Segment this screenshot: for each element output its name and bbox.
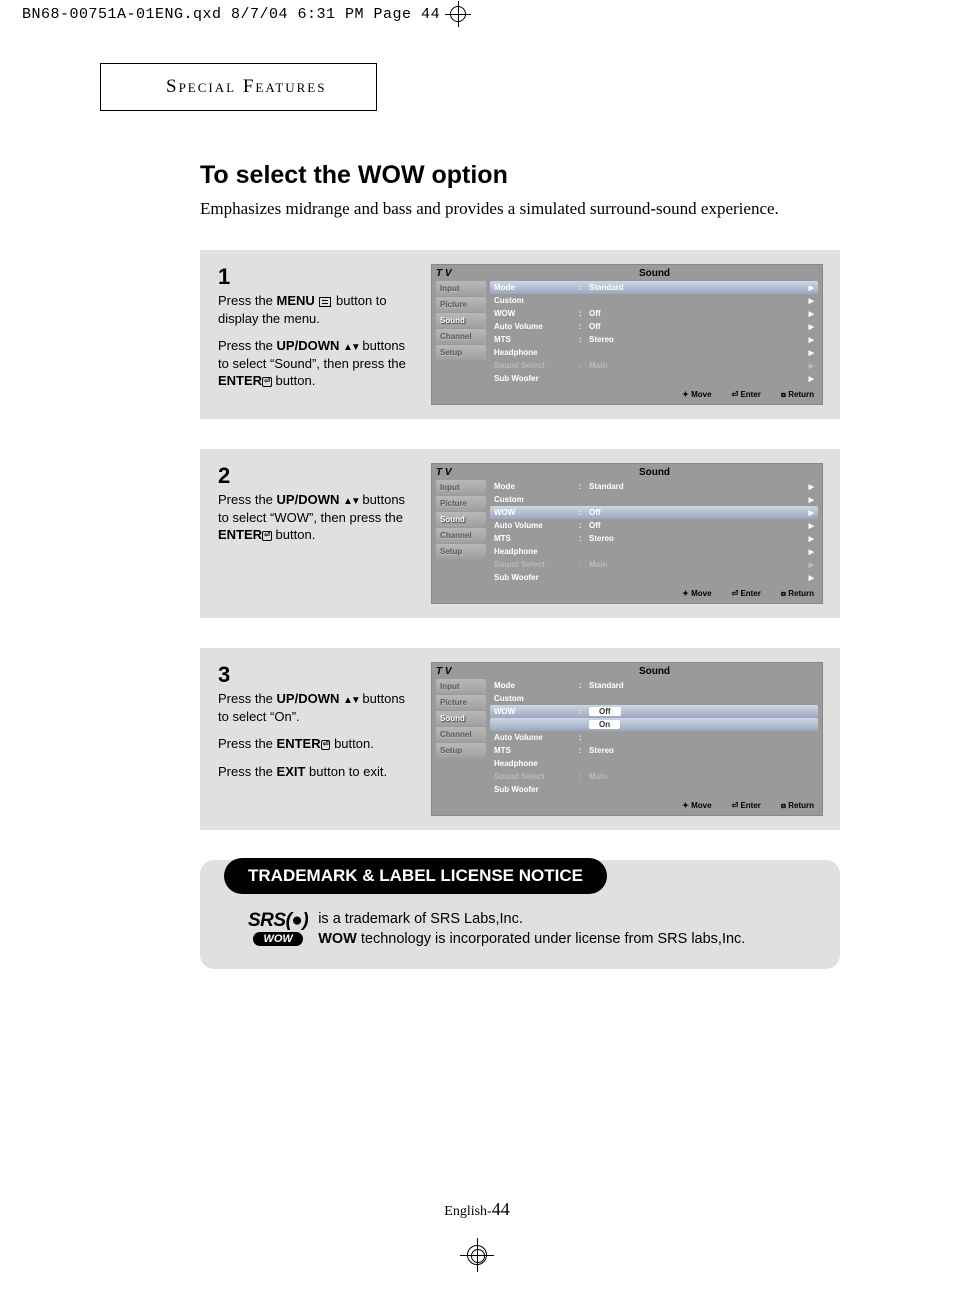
osd-footer-hint: ⧈ Return xyxy=(781,589,814,599)
osd-row: Custom▶ xyxy=(490,493,818,506)
osd-row: Headphone▶ xyxy=(490,346,818,359)
osd-row: Custom xyxy=(490,692,818,705)
notice-text: is a trademark of SRS Labs,Inc. WOW tech… xyxy=(318,910,745,949)
osd-row: Sub Woofer xyxy=(490,783,818,796)
osd-tv-label: T V xyxy=(436,467,491,478)
osd-side-item: Picture xyxy=(436,695,486,710)
osd-row: Auto Volume:Off▶ xyxy=(490,519,818,532)
osd-side-item: Setup xyxy=(436,544,486,559)
osd-menu-title: Sound xyxy=(491,268,818,279)
up-down-icon: ▲▼ xyxy=(343,342,359,353)
osd-row: On xyxy=(490,718,818,731)
osd-row: MTS:Stereo▶ xyxy=(490,532,818,545)
osd-side-item: Input xyxy=(436,679,486,694)
enter-icon: ⏎ xyxy=(262,377,272,387)
osd-sidebar: InputPictureSoundChannelSetup xyxy=(436,679,486,796)
osd-row: Sound Select:Main▶ xyxy=(490,558,818,571)
step-number: 2 xyxy=(218,463,413,489)
osd-screenshot: T VSoundInputPictureSoundChannelSetupMod… xyxy=(431,463,823,604)
osd-side-item: Picture xyxy=(436,496,486,511)
osd-side-item: Setup xyxy=(436,743,486,758)
osd-side-item: Sound xyxy=(436,512,486,527)
osd-row: Headphone▶ xyxy=(490,545,818,558)
osd-footer-hint: ✦ Move xyxy=(682,390,711,400)
osd-footer-hint: ⏎ Enter xyxy=(732,801,761,811)
osd-row: Mode:Standard xyxy=(490,679,818,692)
osd-row: MTS:Stereo xyxy=(490,744,818,757)
osd-screenshot: T VSoundInputPictureSoundChannelSetupMod… xyxy=(431,662,823,816)
up-down-icon: ▲▼ xyxy=(343,695,359,706)
step-instruction: Press the EXIT button to exit. xyxy=(218,763,413,781)
enter-icon: ⏎ xyxy=(321,740,331,750)
osd-row: Sub Woofer▶ xyxy=(490,571,818,584)
osd-side-item: Channel xyxy=(436,727,486,742)
section-heading: Special Features xyxy=(166,76,326,97)
osd-row: Mode:Standard▶ xyxy=(490,480,818,493)
step-number: 3 xyxy=(218,662,413,688)
notice-heading: TRADEMARK & LABEL LICENSE NOTICE xyxy=(224,858,607,894)
osd-footer-hint: ⧈ Return xyxy=(781,801,814,811)
print-slug: BN68-00751A-01ENG.qxd 8/7/04 6:31 PM Pag… xyxy=(0,0,954,23)
osd-footer-hint: ✦ Move xyxy=(682,801,711,811)
osd-side-item: Channel xyxy=(436,528,486,543)
osd-footer-hint: ⧈ Return xyxy=(781,390,814,400)
osd-row: Headphone xyxy=(490,757,818,770)
osd-row: WOW:Off▶ xyxy=(490,307,818,320)
osd-side-item: Picture xyxy=(436,297,486,312)
osd-footer-hint: ⏎ Enter xyxy=(732,589,761,599)
osd-row: WOW:Off▶ xyxy=(490,506,818,519)
osd-side-item: Sound xyxy=(436,711,486,726)
page-title: To select the WOW option xyxy=(200,161,840,190)
crop-mark-bottom-icon xyxy=(467,1245,487,1270)
intro-paragraph: Emphasizes midrange and bass and provide… xyxy=(200,198,840,220)
trademark-notice: TRADEMARK & LABEL LICENSE NOTICE SRS(●) … xyxy=(200,860,840,969)
osd-sidebar: InputPictureSoundChannelSetup xyxy=(436,281,486,385)
osd-row: Sub Woofer▶ xyxy=(490,372,818,385)
osd-footer-hint: ✦ Move xyxy=(682,589,711,599)
osd-row: Sound Select:Main xyxy=(490,770,818,783)
enter-icon: ⏎ xyxy=(262,531,272,541)
osd-row: Mode:Standard▶ xyxy=(490,281,818,294)
osd-row: Auto Volume:Off▶ xyxy=(490,320,818,333)
osd-row: Auto Volume: xyxy=(490,731,818,744)
osd-sidebar: InputPictureSoundChannelSetup xyxy=(436,480,486,584)
osd-menu-title: Sound xyxy=(491,467,818,478)
osd-row: WOW:Off xyxy=(490,705,818,718)
osd-row: Custom▶ xyxy=(490,294,818,307)
step-instruction: Press the ENTER⏎ button. xyxy=(218,735,413,753)
osd-side-item: Channel xyxy=(436,329,486,344)
step-instruction: Press the UP/DOWN ▲▼ buttons to select “… xyxy=(218,690,413,725)
step-instruction: Press the MENU button to display the men… xyxy=(218,292,413,327)
osd-screenshot: T VSoundInputPictureSoundChannelSetupMod… xyxy=(431,264,823,405)
page-footer: English-44 xyxy=(80,1199,874,1220)
step-instruction: Press the UP/DOWN ▲▼ buttons to select “… xyxy=(218,491,413,544)
osd-side-item: Sound xyxy=(436,313,486,328)
osd-row: MTS:Stereo▶ xyxy=(490,333,818,346)
step-block: 2Press the UP/DOWN ▲▼ buttons to select … xyxy=(200,449,840,618)
osd-side-item: Setup xyxy=(436,345,486,360)
step-instruction: Press the UP/DOWN ▲▼ buttons to select “… xyxy=(218,337,413,390)
osd-tv-label: T V xyxy=(436,666,491,677)
osd-footer-hint: ⏎ Enter xyxy=(732,390,761,400)
up-down-icon: ▲▼ xyxy=(343,496,359,507)
osd-side-item: Input xyxy=(436,480,486,495)
osd-menu-title: Sound xyxy=(491,666,818,677)
srs-wow-logo-icon: SRS(●) WOW xyxy=(248,910,308,949)
section-heading-box: Special Features xyxy=(100,63,377,111)
osd-side-item: Input xyxy=(436,281,486,296)
step-block: 3Press the UP/DOWN ▲▼ buttons to select … xyxy=(200,648,840,830)
registration-mark-icon xyxy=(450,6,466,22)
menu-icon xyxy=(319,297,331,307)
osd-tv-label: T V xyxy=(436,268,491,279)
step-number: 1 xyxy=(218,264,413,290)
step-block: 1Press the MENU button to display the me… xyxy=(200,250,840,419)
osd-row: Sound Select:Main▶ xyxy=(490,359,818,372)
